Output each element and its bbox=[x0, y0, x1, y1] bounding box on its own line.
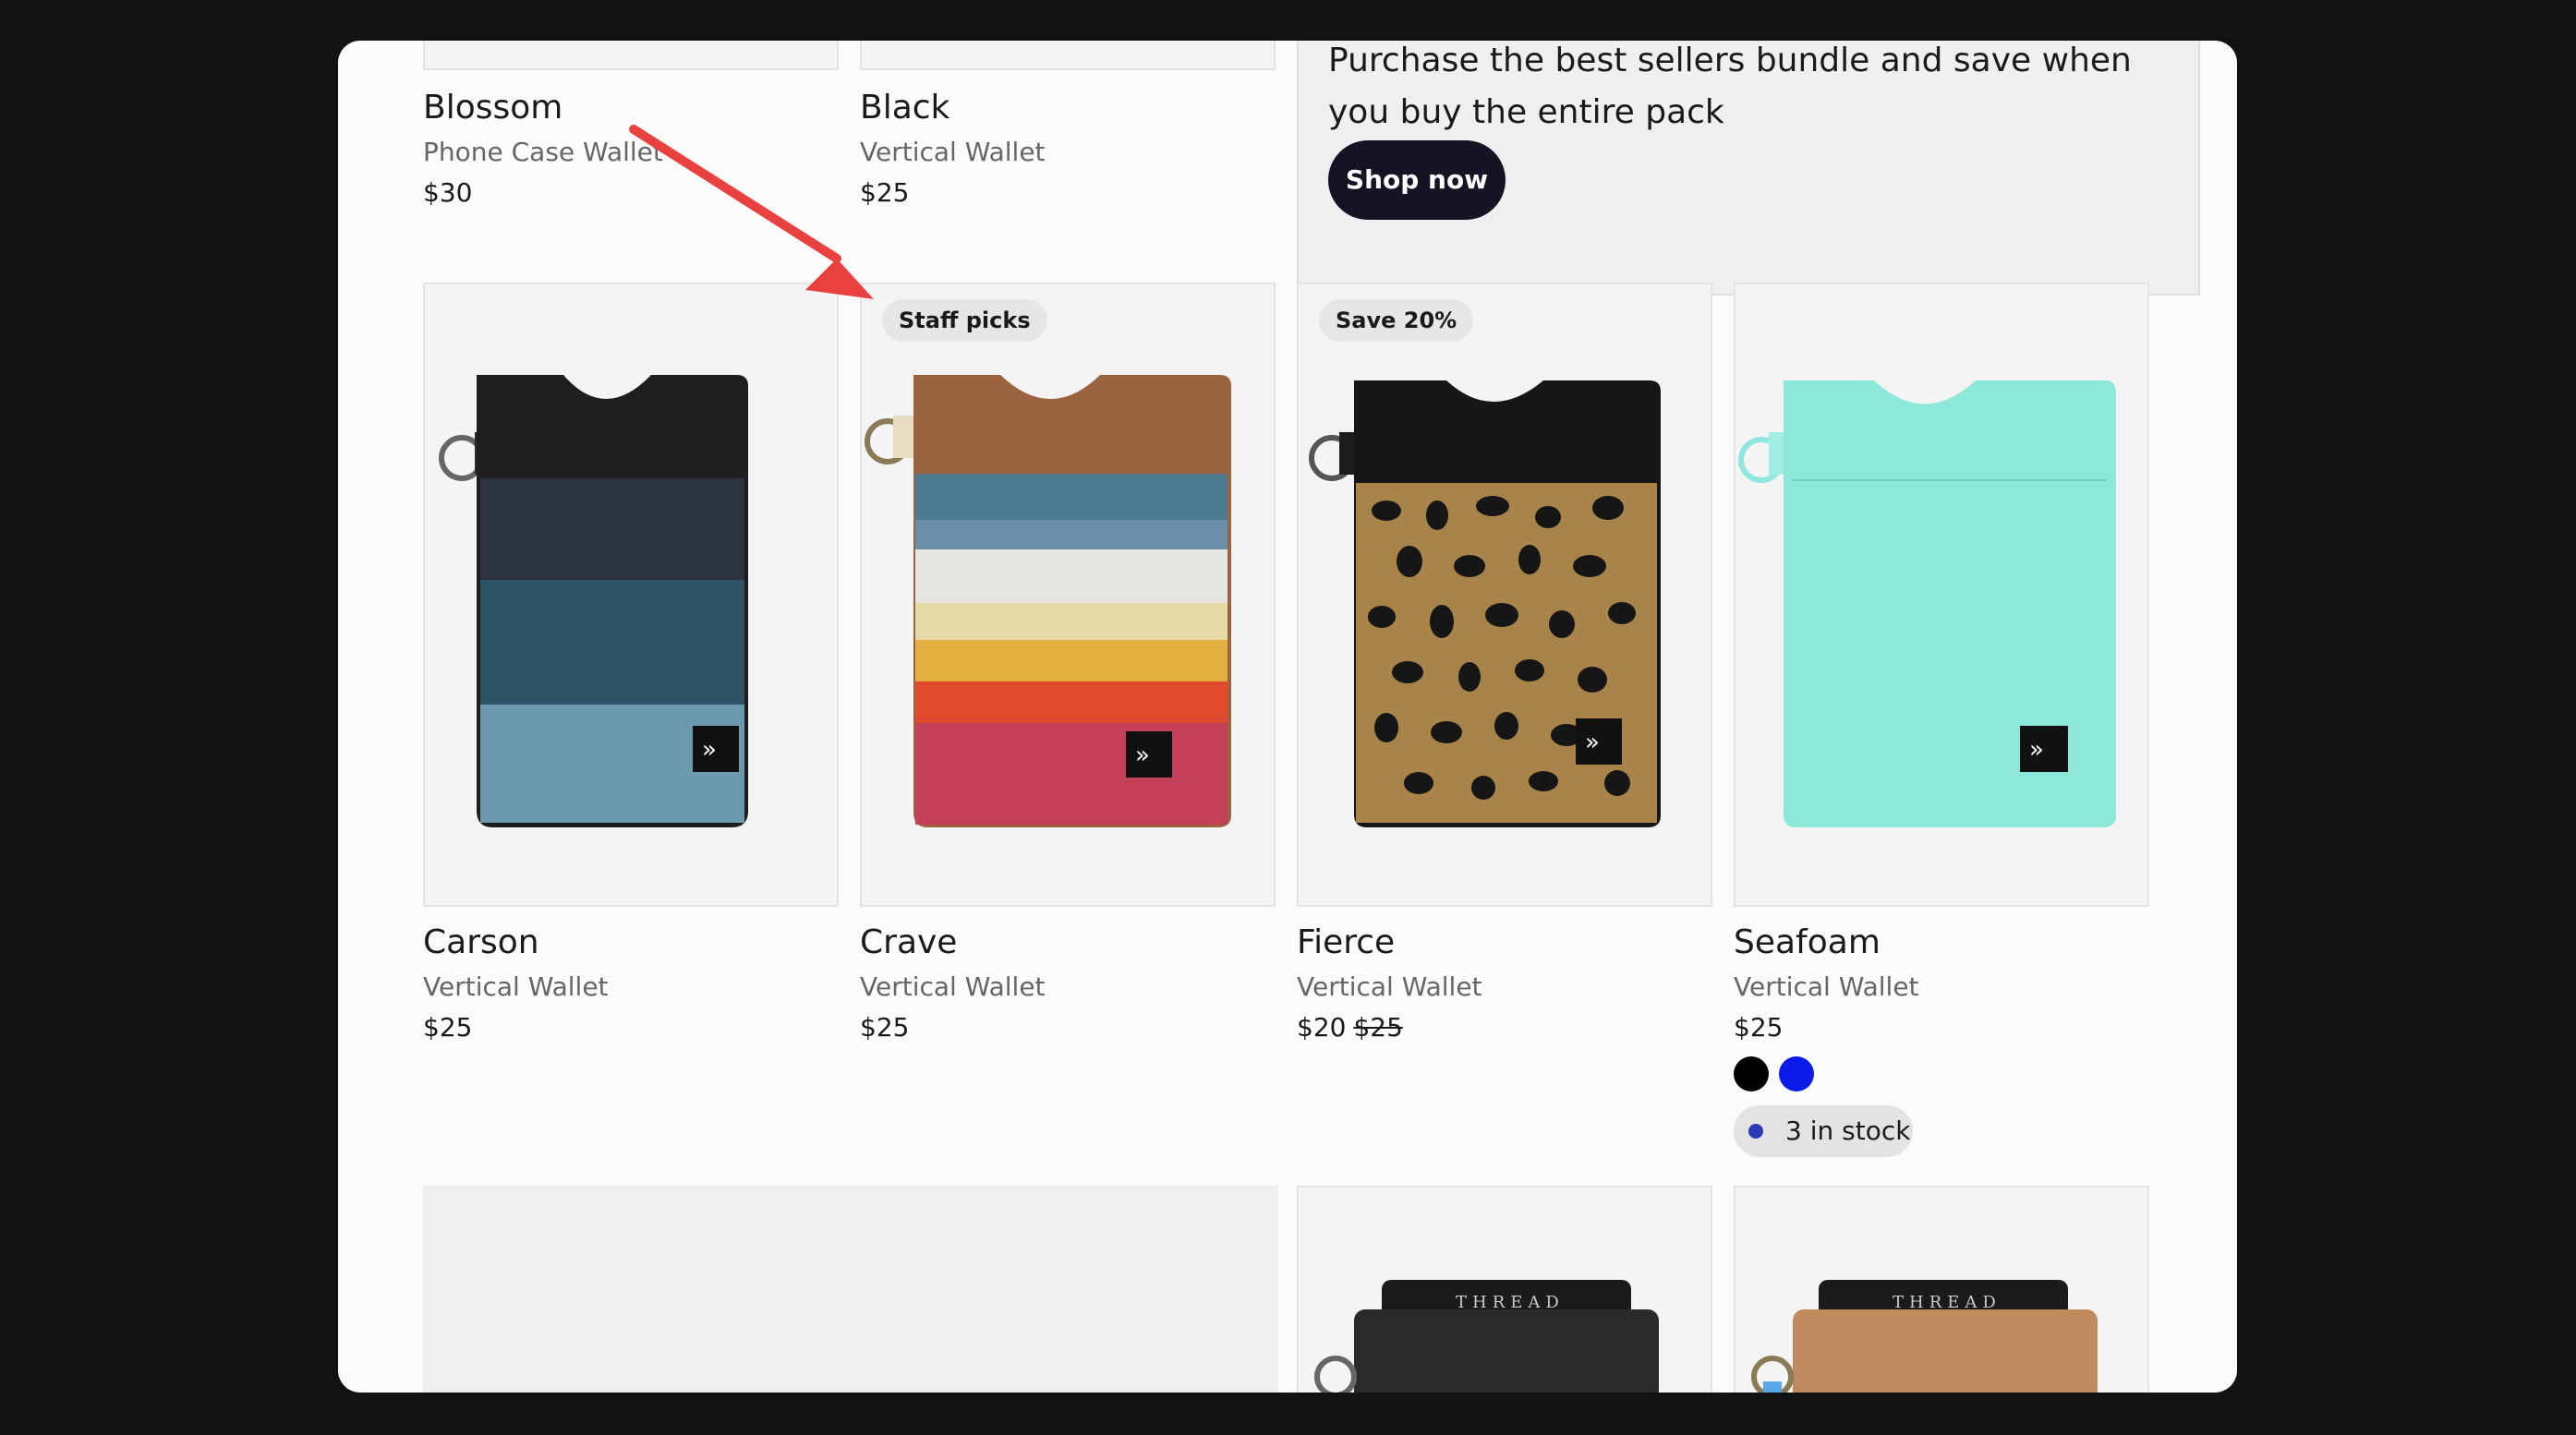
brand-logo-icon: » bbox=[702, 736, 717, 764]
product-price: $25 bbox=[1734, 1012, 1784, 1043]
brand-wordmark: THREAD bbox=[1893, 1293, 2002, 1312]
wallet-image-bottom-1: THREAD bbox=[1314, 1280, 1659, 1393]
product-subtitle: Vertical Wallet bbox=[423, 971, 609, 1002]
stock-dot-icon bbox=[1748, 1124, 1763, 1139]
color-swatch-blue[interactable] bbox=[1779, 1056, 1814, 1091]
product-price: $20 $25 bbox=[1297, 1012, 1403, 1043]
promo-banner: Purchase the best sellers bundle and sav… bbox=[1297, 41, 2200, 295]
product-price: $25 bbox=[860, 1012, 910, 1043]
product-subtitle: Vertical Wallet bbox=[1734, 971, 1919, 1002]
product-card-seafoam[interactable]: » bbox=[1734, 283, 2149, 907]
product-price: $25 bbox=[423, 1012, 473, 1043]
promo-text: Purchase the best sellers bundle and sav… bbox=[1328, 42, 2132, 131]
stock-badge: 3 in stock bbox=[1734, 1105, 1913, 1157]
product-title[interactable]: Carson bbox=[423, 923, 539, 961]
product-subtitle: Vertical Wallet bbox=[1297, 971, 1482, 1002]
product-title[interactable]: Black bbox=[860, 89, 949, 127]
product-title[interactable]: Crave bbox=[860, 923, 957, 961]
wallet-image-fierce: » bbox=[1309, 380, 1661, 827]
product-price: $30 bbox=[423, 177, 473, 208]
product-price: $25 bbox=[860, 177, 910, 208]
wallet-image-crave: » bbox=[865, 375, 1231, 827]
stock-text: 3 in stock bbox=[1785, 1115, 1911, 1146]
compare-price: $25 bbox=[1353, 1012, 1403, 1043]
color-swatch-black[interactable] bbox=[1734, 1056, 1769, 1091]
product-title[interactable]: Fierce bbox=[1297, 923, 1395, 961]
brand-wordmark: THREAD bbox=[1456, 1293, 1565, 1312]
product-card-crave[interactable]: » Staff picks bbox=[860, 283, 1276, 907]
product-card-fierce[interactable]: » Save 20% bbox=[1297, 283, 1712, 907]
wallet-image-seafoam: » bbox=[1738, 380, 2116, 827]
product-subtitle: Vertical Wallet bbox=[860, 137, 1046, 167]
product-card-carson[interactable]: » bbox=[423, 283, 839, 907]
wallet-image-carson: » bbox=[439, 375, 748, 827]
sale-badge: Save 20% bbox=[1319, 299, 1474, 342]
product-title[interactable]: Seafoam bbox=[1734, 923, 1881, 961]
product-subtitle: Vertical Wallet bbox=[860, 971, 1046, 1002]
app-window: Blossom Phone Case Wallet $30 Black Vert… bbox=[338, 41, 2237, 1393]
product-card-bottom-1[interactable]: THREAD bbox=[1297, 1186, 1712, 1393]
product-title[interactable]: Blossom bbox=[423, 89, 562, 127]
product-subtitle: Phone Case Wallet bbox=[423, 137, 663, 167]
product-card-image-black[interactable] bbox=[860, 41, 1276, 70]
wallet-image-bottom-2: THREAD bbox=[1751, 1280, 2098, 1393]
shop-now-button[interactable]: Shop now bbox=[1328, 140, 1506, 220]
product-card-image-blossom[interactable] bbox=[423, 41, 839, 70]
staff-picks-badge: Staff picks bbox=[882, 299, 1047, 342]
brand-logo-icon: » bbox=[1135, 742, 1150, 769]
banner-placeholder bbox=[423, 1186, 1278, 1393]
brand-logo-icon: » bbox=[2029, 736, 2044, 764]
brand-logo-icon: » bbox=[1585, 729, 1600, 756]
product-card-bottom-2[interactable]: THREAD bbox=[1734, 1186, 2149, 1393]
sale-price: $20 bbox=[1297, 1012, 1347, 1043]
